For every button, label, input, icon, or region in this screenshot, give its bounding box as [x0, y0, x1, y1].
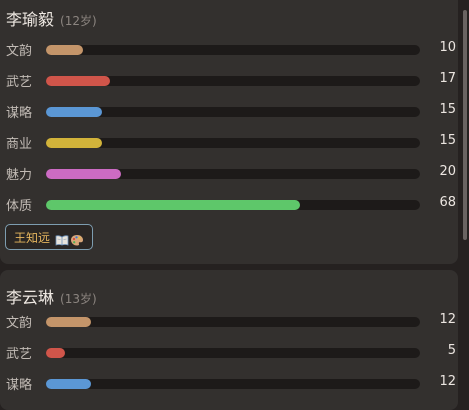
stat-bar-track	[46, 317, 420, 327]
stat-bar-track	[46, 200, 420, 210]
scrollbar-thumb[interactable]	[463, 10, 467, 240]
stat-label: 谋略	[6, 106, 33, 121]
character-age: (13岁)	[60, 292, 97, 306]
stat-label: 魅力	[6, 168, 33, 183]
stat-bar-track	[46, 107, 420, 117]
stat-bar-fill	[46, 348, 65, 358]
stat-bar-fill	[46, 317, 91, 327]
stat-row-wuyi: 武艺 5	[6, 342, 456, 362]
stat-bar-fill	[46, 200, 301, 210]
mentor-tag-button[interactable]: 王知远	[5, 224, 94, 250]
stat-bar-track	[46, 76, 420, 86]
stat-value: 12	[439, 374, 456, 389]
stat-value: 15	[439, 102, 456, 117]
stat-row-wenyun: 文韵 10	[6, 39, 456, 59]
stat-bar-track	[46, 45, 420, 55]
stat-value: 15	[439, 133, 456, 148]
stat-row-meili: 魅力 20	[6, 163, 456, 183]
stat-label: 文韵	[6, 44, 33, 59]
character-card: 李瑜毅 (12岁) 文韵 10 武艺 17 谋略 15 商业 15 魅力 20 …	[0, 0, 458, 264]
card-header: 李云琳 (13岁)	[6, 284, 97, 308]
stat-value: 12	[439, 312, 456, 327]
stat-row-wenyun: 文韵 12	[6, 311, 456, 331]
character-name: 李云琳	[6, 288, 55, 307]
stat-label: 文韵	[6, 316, 33, 331]
stat-bar-track	[46, 169, 420, 179]
scrollbar[interactable]	[462, 0, 468, 400]
mentor-name: 王知远	[14, 230, 51, 245]
stat-bar-track	[46, 138, 420, 148]
stat-bar-track	[46, 379, 420, 389]
stat-label: 体质	[6, 199, 33, 214]
painter-palette-icon	[70, 231, 84, 246]
stat-bar-track	[46, 348, 420, 358]
stat-row-tizhi: 体质 68	[6, 194, 456, 214]
stat-label: 武艺	[6, 347, 33, 362]
stat-row-wuyi: 武艺 17	[6, 70, 456, 90]
stat-bar-fill	[46, 45, 84, 55]
stat-value: 17	[439, 71, 456, 86]
stat-label: 谋略	[6, 378, 33, 393]
stat-value: 20	[439, 164, 456, 179]
open-book-icon	[55, 231, 69, 246]
stat-bar-fill	[46, 138, 103, 148]
stat-value: 10	[439, 40, 456, 55]
stat-value: 5	[447, 343, 456, 358]
stat-value: 68	[439, 195, 456, 210]
stat-bar-fill	[46, 76, 110, 86]
card-header: 李瑜毅 (12岁)	[6, 6, 97, 30]
stat-bar-fill	[46, 169, 121, 179]
character-card: 李云琳 (13岁) 文韵 12 武艺 5 谋略 12	[0, 270, 458, 410]
stat-row-moulue: 谋略 12	[6, 373, 456, 393]
stat-row-shangye: 商业 15	[6, 132, 456, 152]
stat-bar-fill	[46, 107, 103, 117]
character-age: (12岁)	[60, 14, 97, 28]
character-name: 李瑜毅	[6, 10, 55, 29]
stat-label: 武艺	[6, 75, 33, 90]
stat-label: 商业	[6, 137, 33, 152]
stat-row-moulue: 谋略 15	[6, 101, 456, 121]
stat-bar-fill	[46, 379, 91, 389]
